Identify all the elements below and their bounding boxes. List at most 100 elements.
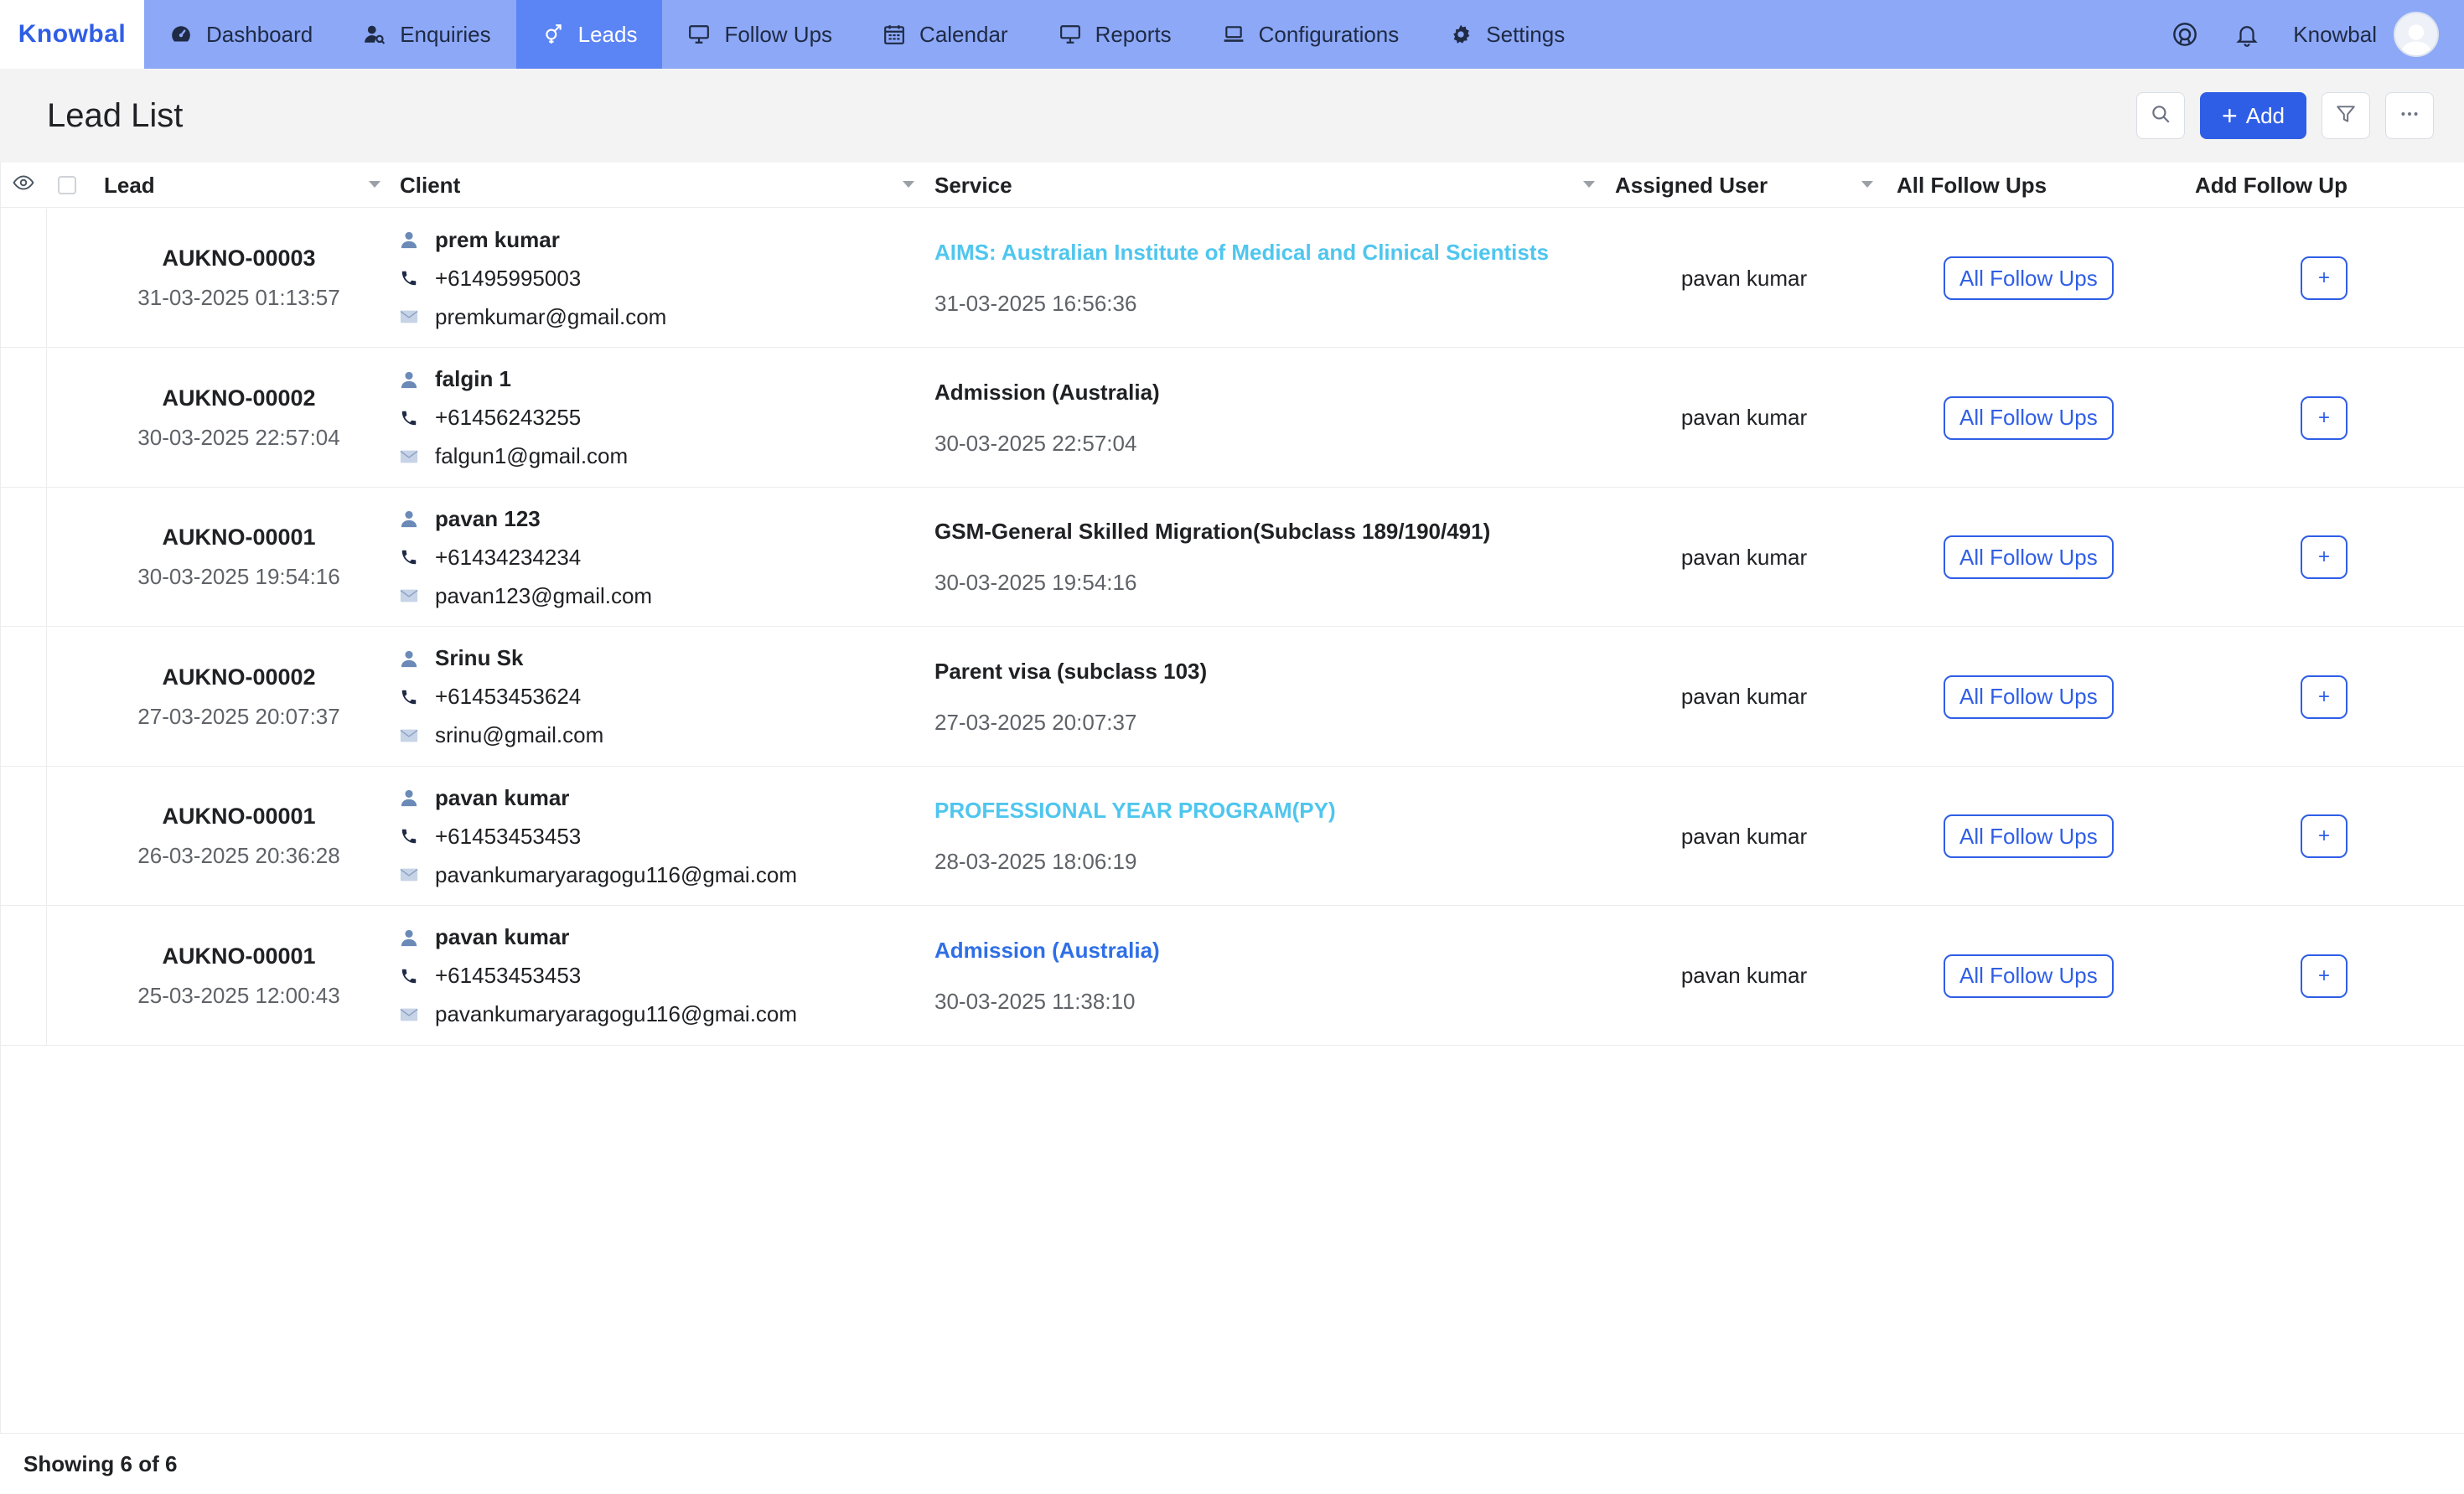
nav-label: Settings — [1486, 21, 1566, 47]
add-follow-up-button[interactable]: + — [2301, 256, 2348, 300]
service-name[interactable]: Parent visa (subclass 103) — [934, 659, 1588, 685]
nav-item-settings[interactable]: Settings — [1424, 0, 1590, 69]
checkbox[interactable] — [58, 176, 76, 194]
client-phone[interactable]: +61456243255 — [435, 405, 581, 431]
sort-caret-icon[interactable] — [903, 181, 914, 188]
nav-label: Configurations — [1258, 21, 1400, 47]
filter-button[interactable] — [2322, 92, 2370, 139]
client-phone[interactable]: +61434234234 — [435, 545, 581, 571]
lead-cell[interactable]: AUKNO-00001 25-03-2025 12:00:43 — [46, 907, 432, 1046]
assigned-user: pavan kumar — [1680, 963, 1808, 988]
lead-cell[interactable]: AUKNO-00001 30-03-2025 19:54:16 — [46, 488, 432, 627]
client-phone[interactable]: +61453453453 — [435, 824, 581, 850]
avatar[interactable] — [2394, 12, 2439, 57]
service-name[interactable]: Admission (Australia) — [934, 380, 1588, 406]
page-title: Lead List — [47, 96, 184, 134]
client-phone[interactable]: +61495995003 — [435, 266, 581, 292]
client-name[interactable]: falgin 1 — [435, 366, 511, 392]
client-email[interactable]: pavankumaryaragogu116@gmai.com — [435, 1001, 797, 1027]
service-name[interactable]: AIMS: Australian Institute of Medical an… — [934, 240, 1588, 266]
sort-caret-icon[interactable] — [1861, 181, 1873, 188]
lead-id[interactable]: AUKNO-00003 — [162, 246, 315, 271]
client-phone-line: +61495995003 — [398, 259, 918, 297]
client-cell: pavan kumar +61453453453 pavankumaryaragog… — [398, 767, 918, 906]
client-email-line: premkumar@gmail.com — [398, 297, 918, 336]
client-name[interactable]: prem kumar — [435, 227, 560, 253]
mail-icon — [398, 587, 420, 604]
client-email[interactable]: srinu@gmail.com — [435, 722, 603, 748]
sort-caret-icon[interactable] — [1583, 181, 1595, 188]
bell-icon[interactable] — [2231, 18, 2263, 50]
add-follow-up-button[interactable]: + — [2301, 395, 2348, 440]
column-label: Service — [934, 172, 1012, 198]
client-name[interactable]: Srinu Sk — [435, 645, 523, 671]
nav-item-reports[interactable]: Reports — [1033, 0, 1197, 69]
column-header-assigned-user[interactable]: Assigned User — [1615, 163, 1873, 208]
client-email[interactable]: pavankumaryaragogu116@gmai.com — [435, 862, 797, 888]
phone-icon — [398, 827, 420, 845]
nav-label: Enquiries — [400, 21, 491, 47]
lead-id[interactable]: AUKNO-00001 — [162, 804, 315, 830]
client-email[interactable]: premkumar@gmail.com — [435, 304, 666, 330]
nav-label: Calendar — [919, 21, 1008, 47]
column-label: Lead — [104, 172, 155, 198]
table-row[interactable]: AUKNO-00002 27-03-2025 20:07:37 Srinu Sk +6… — [1, 627, 2464, 767]
mail-icon — [398, 727, 420, 744]
nav-item-follow-ups[interactable]: Follow Ups — [662, 0, 857, 69]
client-name[interactable]: pavan 123 — [435, 506, 541, 532]
add-follow-up-button[interactable]: + — [2301, 675, 2348, 719]
lead-id[interactable]: AUKNO-00002 — [162, 385, 315, 411]
client-email-line: pavan123@gmail.com — [398, 576, 918, 615]
table-row[interactable]: AUKNO-00002 30-03-2025 22:57:04 falgin 1 +6… — [1, 348, 2464, 488]
lead-id[interactable]: AUKNO-00001 — [162, 525, 315, 551]
column-visibility-toggle[interactable] — [13, 163, 34, 208]
nav-item-dashboard[interactable]: Dashboard — [144, 0, 338, 69]
nav-item-configurations[interactable]: Configurations — [1197, 0, 1425, 69]
column-header-service[interactable]: Service — [934, 163, 1595, 208]
service-name[interactable]: PROFESSIONAL YEAR PROGRAM(PY) — [934, 798, 1588, 824]
add-follow-up-button[interactable]: + — [2301, 535, 2348, 579]
client-phone[interactable]: +61453453453 — [435, 963, 581, 989]
column-header-lead[interactable]: Lead — [104, 163, 380, 208]
lead-id[interactable]: AUKNO-00001 — [162, 943, 315, 969]
support-icon[interactable] — [2169, 18, 2201, 50]
all-follow-ups-button[interactable]: All Follow Ups — [1944, 675, 2114, 719]
all-follow-ups-button[interactable]: All Follow Ups — [1944, 535, 2114, 579]
add-follow-up-button[interactable]: + — [2301, 814, 2348, 858]
pagination-status: Showing 6 of 6 — [23, 1450, 178, 1476]
table-row[interactable]: AUKNO-00001 26-03-2025 20:36:28 pavan kuma… — [1, 767, 2464, 906]
nav-item-calendar[interactable]: Calendar — [857, 0, 1033, 69]
nav-item-enquiries[interactable]: Enquiries — [338, 0, 515, 69]
all-follow-ups-button[interactable]: All Follow Ups — [1944, 814, 2114, 858]
table-row[interactable]: AUKNO-00001 25-03-2025 12:00:43 pavan kuma… — [1, 906, 2464, 1046]
search-button[interactable] — [2136, 92, 2186, 139]
table-row[interactable]: AUKNO-00003 31-03-2025 01:13:57 prem kumar… — [1, 209, 2464, 348]
all-follow-ups-button[interactable]: All Follow Ups — [1944, 954, 2114, 998]
lead-cell[interactable]: AUKNO-00002 30-03-2025 22:57:04 — [46, 349, 432, 488]
lead-cell[interactable]: AUKNO-00002 27-03-2025 20:07:37 — [46, 628, 432, 767]
service-name[interactable]: GSM-General Skilled Migration(Subclass 1… — [934, 519, 1588, 545]
client-email[interactable]: falgun1@gmail.com — [435, 443, 628, 469]
add-button[interactable]: + Add — [2200, 92, 2306, 139]
logo[interactable]: Knowbal — [0, 0, 144, 69]
user-name[interactable]: Knowbal — [2293, 22, 2377, 48]
client-name[interactable]: pavan kumar — [435, 924, 569, 950]
client-phone[interactable]: +61453453624 — [435, 684, 581, 710]
all-follow-ups-button[interactable]: All Follow Ups — [1944, 256, 2114, 300]
lead-cell[interactable]: AUKNO-00001 26-03-2025 20:36:28 — [46, 767, 432, 906]
select-all-checkbox[interactable] — [58, 163, 76, 208]
service-name[interactable]: Admission (Australia) — [934, 938, 1588, 964]
lead-cell[interactable]: AUKNO-00003 31-03-2025 01:13:57 — [46, 209, 432, 348]
nav-item-leads[interactable]: Leads — [515, 0, 663, 69]
more-options-button[interactable] — [2385, 92, 2434, 139]
client-name[interactable]: pavan kumar — [435, 785, 569, 811]
mail-icon — [398, 448, 420, 465]
lead-id[interactable]: AUKNO-00002 — [162, 664, 315, 690]
sort-caret-icon[interactable] — [369, 181, 380, 188]
column-header-client[interactable]: Client — [400, 163, 914, 208]
add-follow-up-cell: + — [2301, 209, 2348, 348]
client-email[interactable]: pavan123@gmail.com — [435, 583, 652, 609]
table-row[interactable]: AUKNO-00001 30-03-2025 19:54:16 pavan 123 +… — [1, 488, 2464, 627]
add-follow-up-button[interactable]: + — [2301, 954, 2348, 998]
all-follow-ups-button[interactable]: All Follow Ups — [1944, 395, 2114, 440]
